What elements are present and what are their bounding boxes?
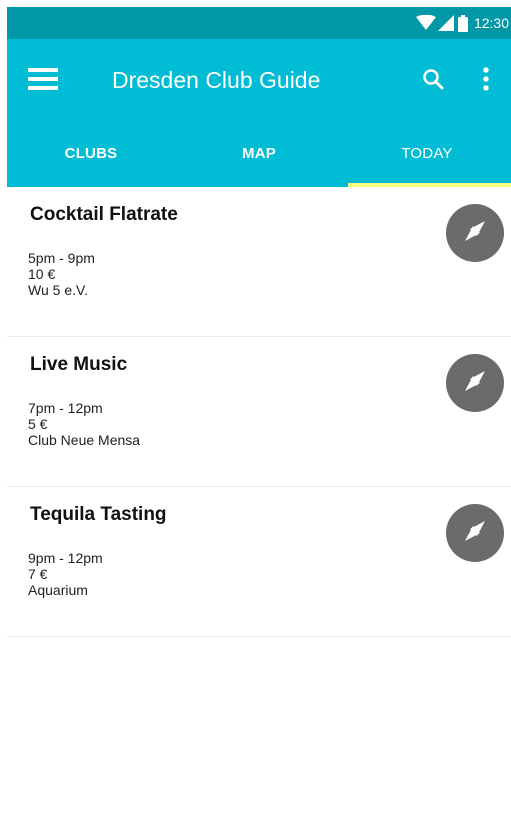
status-bar: 12:30	[7, 7, 511, 39]
compass-icon	[460, 516, 490, 551]
menu-button[interactable]	[25, 63, 61, 99]
menu-icon	[28, 67, 58, 95]
navigate-button[interactable]	[446, 204, 504, 262]
app-screen: 12:30 Dresden Club Guide CLUBS MAP TODAY…	[7, 7, 511, 838]
event-price: 10 €	[28, 266, 56, 282]
event-price: 5 €	[28, 416, 48, 432]
tab-clubs[interactable]: CLUBS	[7, 119, 175, 187]
tab-map[interactable]: MAP	[175, 119, 343, 187]
event-location: Aquarium	[28, 582, 88, 598]
event-card[interactable]: Live Music 7pm - 12pm 5 € Club Neue Mens…	[7, 337, 511, 487]
navigate-button[interactable]	[446, 354, 504, 412]
compass-icon	[460, 216, 490, 251]
event-card[interactable]: Tequila Tasting 9pm - 12pm 7 € Aquarium	[7, 487, 511, 637]
event-location: Club Neue Mensa	[28, 432, 141, 448]
compass-icon	[460, 366, 490, 401]
search-button[interactable]	[415, 63, 451, 99]
event-location: Wu 5 e.V.	[28, 282, 88, 298]
event-card[interactable]: Cocktail Flatrate 5pm - 9pm 10 € Wu 5 e.…	[7, 187, 511, 337]
event-time: 5pm - 9pm	[28, 250, 95, 266]
event-time: 7pm - 12pm	[28, 400, 103, 416]
status-time: 12:30	[473, 15, 509, 31]
tab-bar: CLUBS MAP TODAY	[7, 119, 511, 187]
event-title: Live Music	[30, 354, 128, 375]
signal-icon	[437, 15, 454, 31]
status-icons: 12:30	[415, 7, 511, 39]
event-details: 9pm - 12pm 7 € Aquarium	[28, 550, 103, 598]
event-time: 9pm - 12pm	[28, 550, 103, 566]
battery-icon	[457, 14, 468, 32]
event-price: 7 €	[28, 566, 48, 582]
event-details: 7pm - 12pm 5 € Club Neue Mensa	[28, 400, 140, 448]
app-toolbar: Dresden Club Guide	[7, 39, 511, 119]
more-options-button[interactable]	[471, 63, 501, 99]
event-title: Cocktail Flatrate	[30, 204, 178, 225]
navigate-button[interactable]	[446, 504, 504, 562]
more-vert-icon	[483, 66, 489, 96]
search-icon	[422, 68, 444, 95]
event-list: Cocktail Flatrate 5pm - 9pm 10 € Wu 5 e.…	[7, 187, 511, 637]
tab-today[interactable]: TODAY	[343, 119, 511, 187]
event-title: Tequila Tasting	[30, 504, 167, 525]
wifi-icon	[415, 15, 436, 31]
app-title: Dresden Club Guide	[112, 67, 321, 93]
event-details: 5pm - 9pm 10 € Wu 5 e.V.	[28, 250, 95, 298]
